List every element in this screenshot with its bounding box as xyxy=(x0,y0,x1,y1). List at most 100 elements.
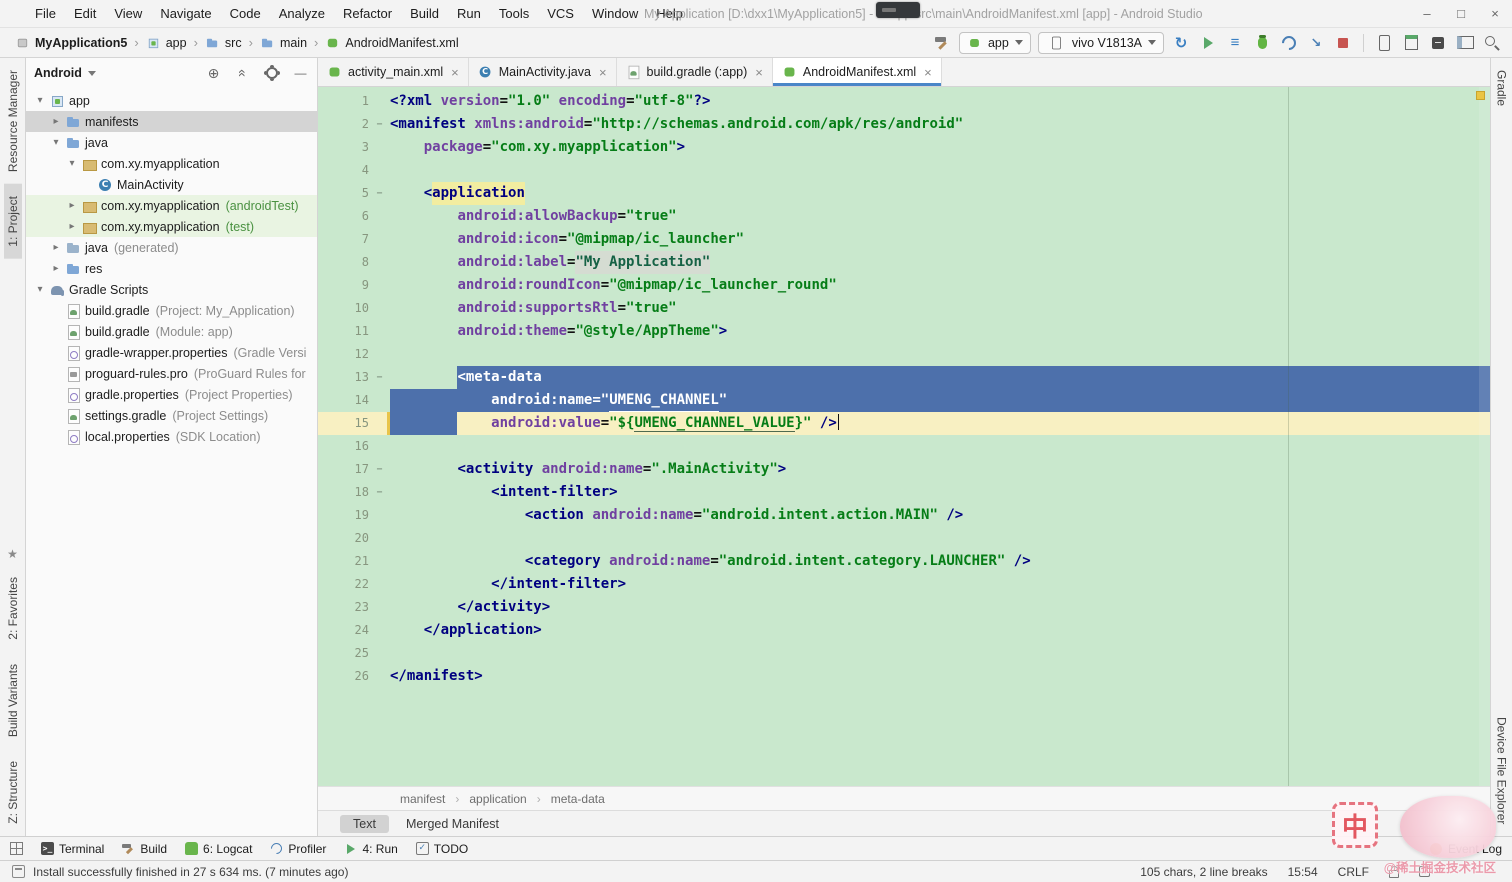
search-icon[interactable] xyxy=(1482,33,1502,53)
tree-item-proguard-rules-pro-proguard-rules-for[interactable]: proguard-rules.pro (ProGuard Rules for xyxy=(26,363,317,384)
debug-icon[interactable] xyxy=(1252,33,1272,53)
sync-icon[interactable] xyxy=(1171,33,1191,53)
tree-item-mainactivity[interactable]: MainActivity xyxy=(26,174,317,195)
build-hammer-icon[interactable] xyxy=(932,33,952,53)
breadcrumb-src[interactable]: src xyxy=(202,34,245,52)
code-line-13[interactable]: 13− <meta-data xyxy=(318,366,1490,389)
code-line-15[interactable]: 15 android:value="${UMENG_CHANNEL_VALUE}… xyxy=(318,412,1490,435)
code-line-4[interactable]: 4 xyxy=(318,159,1490,182)
code-line-5[interactable]: 5− < application xyxy=(318,182,1490,205)
stripe-device-file-explorer[interactable]: Device File Explorer xyxy=(1493,705,1511,836)
profiler-icon[interactable] xyxy=(1279,33,1299,53)
stripe-resource-manager[interactable]: Resource Manager xyxy=(4,58,22,184)
code-line-content[interactable]: <manifest xmlns:android = "http://schemas.… xyxy=(390,113,1490,136)
stripe-1-project[interactable]: 1: Project xyxy=(3,184,22,259)
code-line-content[interactable]: android:roundIcon = "@mipmap/ic_launcher_r… xyxy=(390,274,1490,297)
code-line-18[interactable]: 18− <intent-filter> xyxy=(318,481,1490,504)
code-line-11[interactable]: 11 android:theme = "@style/AppTheme" > xyxy=(318,320,1490,343)
toolwindow-4-run[interactable]: 4: Run xyxy=(344,842,397,856)
breadcrumb-androidmanifest-xml[interactable]: AndroidManifest.xml xyxy=(322,34,461,52)
tree-item-settings-gradle-project-settings[interactable]: settings.gradle (Project Settings) xyxy=(26,405,317,426)
tree-item-com-xy-myapplication[interactable]: ▾ com.xy.myapplication xyxy=(26,153,317,174)
close-button[interactable]: × xyxy=(1478,0,1512,28)
code-line-content[interactable]: </activity> xyxy=(390,596,1490,619)
expand-arrow-icon[interactable]: ▸ xyxy=(66,200,78,211)
code-line-content[interactable]: android:supportsRtl = "true" xyxy=(390,297,1490,320)
expand-arrow-icon[interactable]: ▾ xyxy=(66,158,78,169)
tab-activity-main-xml[interactable]: activity_main.xml × xyxy=(318,58,469,86)
code-line-14[interactable]: 14 android:name = " UMENG_CHANNEL " xyxy=(318,389,1490,412)
code-line-26[interactable]: 26 </manifest> xyxy=(318,665,1490,688)
tree-item-gradle-properties-project-properties[interactable]: gradle.properties (Project Properties) xyxy=(26,384,317,405)
code-line-content[interactable] xyxy=(390,435,1490,458)
close-icon[interactable]: × xyxy=(924,65,932,80)
stripe-2-favorites[interactable]: 2: Favorites xyxy=(4,565,22,652)
code-line-content[interactable] xyxy=(390,343,1490,366)
breadcrumb-app[interactable]: app xyxy=(143,34,190,52)
tree-item-java[interactable]: ▾ java xyxy=(26,132,317,153)
code-line-1[interactable]: 1 <?xml version = "1.0" encoding = "utf-8" ?> xyxy=(318,90,1490,113)
tree-item-build-gradle-project-my-application[interactable]: build.gradle (Project: My_Application) xyxy=(26,300,317,321)
tree-item-res[interactable]: ▸ res xyxy=(26,258,317,279)
code-line-content[interactable]: <activity android:name = ".MainActivity" > xyxy=(390,458,1490,481)
expand-arrow-icon[interactable]: ▾ xyxy=(34,284,46,295)
code-line-content[interactable]: </manifest> xyxy=(390,665,1490,688)
readonly-lock-icon[interactable] xyxy=(1389,865,1399,878)
stop-icon[interactable] xyxy=(1333,33,1353,53)
hide-panel-icon[interactable] xyxy=(292,65,309,82)
code-line-content[interactable] xyxy=(390,527,1490,550)
caret-position[interactable]: 15:54 xyxy=(1288,865,1318,879)
code-line-6[interactable]: 6 android:allowBackup = "true" xyxy=(318,205,1490,228)
code-line-25[interactable]: 25 xyxy=(318,642,1490,665)
menu-code[interactable]: Code xyxy=(221,0,270,28)
code-line-3[interactable]: 3 package = "com.xy.myapplication" > xyxy=(318,136,1490,159)
tab-build-gradle-app[interactable]: build.gradle (:app) × xyxy=(617,58,773,86)
expand-arrow-icon[interactable]: ▸ xyxy=(50,263,62,274)
menu-tools[interactable]: Tools xyxy=(490,0,538,28)
tree-item-java-generated[interactable]: ▸ java (generated) xyxy=(26,237,317,258)
xml-breadcrumb-meta-data[interactable]: meta-data xyxy=(547,791,609,807)
xml-breadcrumb-manifest[interactable]: manifest xyxy=(396,791,449,807)
code-line-content[interactable] xyxy=(390,159,1490,182)
code-line-20[interactable]: 20 xyxy=(318,527,1490,550)
tool-window-switcher-icon[interactable] xyxy=(10,842,23,855)
code-line-content[interactable]: android:label = "My Application" xyxy=(390,251,1490,274)
tree-item-build-gradle-module-app[interactable]: build.gradle (Module: app) xyxy=(26,321,317,342)
code-line-content[interactable] xyxy=(390,642,1490,665)
code-line-content[interactable]: android:allowBackup = "true" xyxy=(390,205,1490,228)
code-area[interactable]: 1 <?xml version = "1.0" encoding = "utf-8" ?> 2… xyxy=(318,87,1490,688)
menu-window[interactable]: Window xyxy=(583,0,647,28)
tree-item-gradle-wrapper-properties-gradle-versi[interactable]: gradle-wrapper.properties (Gradle Versi xyxy=(26,342,317,363)
code-line-21[interactable]: 21 <category android:name = "android.inten… xyxy=(318,550,1490,573)
code-line-content[interactable]: < application xyxy=(390,182,1490,205)
toolwindow-build[interactable]: Build xyxy=(122,842,167,856)
breadcrumb-myapplication5[interactable]: MyApplication5 xyxy=(12,34,130,52)
stripe-gradle[interactable]: Gradle xyxy=(1493,58,1511,118)
code-line-17[interactable]: 17− <activity android:name = ".MainActivit… xyxy=(318,458,1490,481)
expand-arrow-icon[interactable]: ▸ xyxy=(50,242,62,253)
menu-analyze[interactable]: Analyze xyxy=(270,0,334,28)
tree-item-com-xy-myapplication-androidtest[interactable]: ▸ com.xy.myapplication (androidTest) xyxy=(26,195,317,216)
run-configurations-icon[interactable] xyxy=(1225,33,1245,53)
code-line-content[interactable]: android:icon = "@mipmap/ic_launcher" xyxy=(390,228,1490,251)
toolwindow-terminal[interactable]: Terminal xyxy=(41,842,104,856)
code-line-10[interactable]: 10 android:supportsRtl = "true" xyxy=(318,297,1490,320)
breadcrumb-main[interactable]: main xyxy=(257,34,310,52)
code-line-content[interactable]: android:name = " UMENG_CHANNEL " xyxy=(390,389,1490,412)
sdk-manager-icon[interactable] xyxy=(1401,33,1421,53)
tab-mainactivity-java[interactable]: MainActivity.java × xyxy=(469,58,617,86)
stripe-z-structure[interactable]: Z: Structure xyxy=(4,749,22,836)
fold-marker-icon[interactable]: − xyxy=(374,182,385,205)
close-icon[interactable]: × xyxy=(755,65,763,80)
collapse-all-icon[interactable] xyxy=(234,65,251,82)
tab-merged-manifest[interactable]: Merged Manifest xyxy=(393,815,512,833)
highlighting-level-icon[interactable] xyxy=(1419,866,1430,877)
tree-item-app[interactable]: ▾ app xyxy=(26,90,317,111)
code-line-12[interactable]: 12 xyxy=(318,343,1490,366)
close-icon[interactable]: × xyxy=(451,65,459,80)
stripe-build-variants[interactable]: Build Variants xyxy=(4,652,22,749)
code-line-content[interactable]: android:value="${UMENG_CHANNEL_VALUE}" /… xyxy=(390,412,1490,435)
menu-navigate[interactable]: Navigate xyxy=(151,0,220,28)
logcat-icon[interactable] xyxy=(1428,33,1448,53)
code-line-7[interactable]: 7 android:icon = "@mipmap/ic_launcher" xyxy=(318,228,1490,251)
